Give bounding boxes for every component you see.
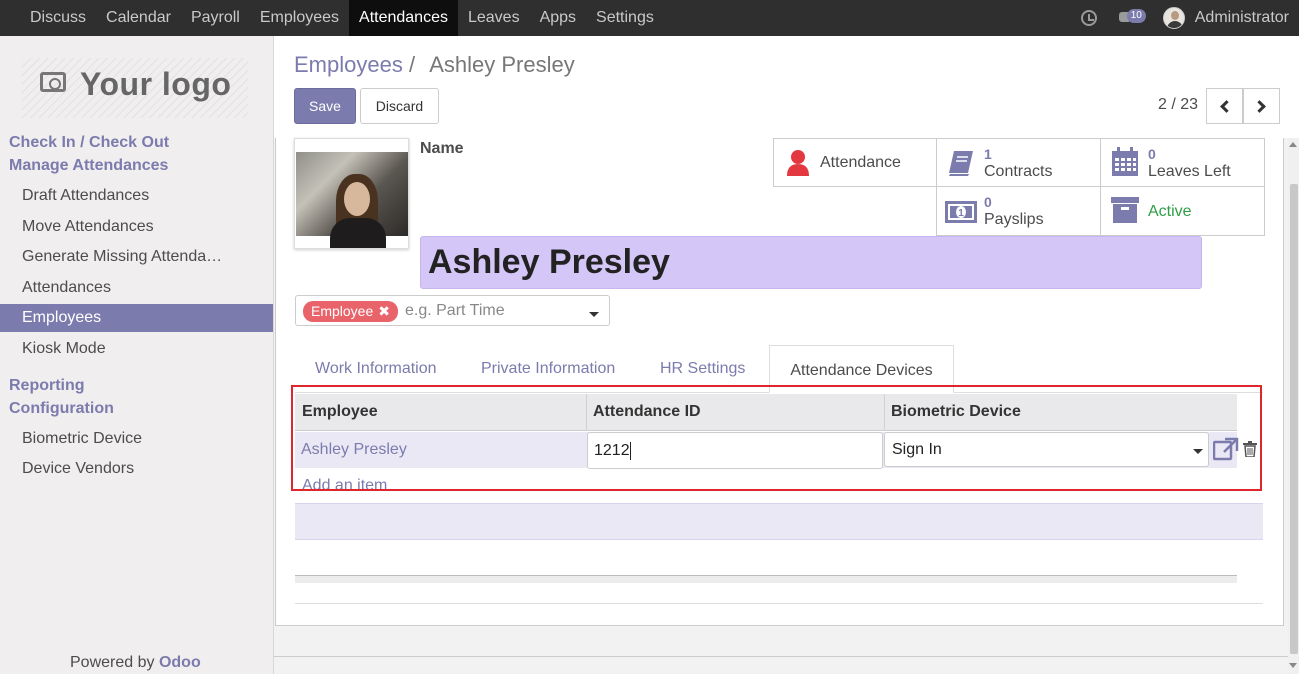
breadcrumb-current: Ashley Presley <box>429 52 575 77</box>
scrollbar-thumb[interactable] <box>1290 184 1298 654</box>
tab-work-information[interactable]: Work Information <box>315 360 437 378</box>
menu-discuss[interactable]: Discuss <box>20 0 96 36</box>
table-footer <box>295 575 1237 583</box>
pager-next-button[interactable] <box>1243 88 1280 124</box>
employee-photo[interactable] <box>294 138 409 249</box>
photo-face <box>344 182 370 216</box>
user-icon <box>787 150 809 176</box>
sidebar-item-employees[interactable]: Employees <box>0 304 273 332</box>
user-menu[interactable]: Administrator <box>1195 9 1289 27</box>
calendar-icon <box>1112 147 1138 176</box>
sidebar-item-biometric-device[interactable]: Biometric Device <box>0 425 273 453</box>
tab-hr-settings[interactable]: HR Settings <box>660 360 745 378</box>
leaves-count: 0 <box>1148 146 1156 162</box>
messages-button[interactable]: 10 <box>1118 9 1147 26</box>
avatar[interactable] <box>1162 7 1185 29</box>
sidebar-item-draft-attendances[interactable]: Draft Attendances <box>0 182 273 210</box>
payslips-smart-button[interactable]: 1 0 Payslips <box>936 186 1101 236</box>
attendance-label: Attendance <box>820 154 901 171</box>
powered-by: Powered by Odoo <box>70 654 201 672</box>
tags-placeholder: e.g. Part Time <box>405 302 505 319</box>
menu-settings[interactable]: Settings <box>586 0 664 36</box>
scrollbar[interactable] <box>1288 138 1299 674</box>
divider <box>274 656 1288 657</box>
tag-employee: Employee ✖ <box>303 301 398 322</box>
save-button[interactable]: Save <box>294 88 356 124</box>
sidebar-section-reporting[interactable]: Reporting <box>9 377 85 395</box>
tag-label: Employee <box>311 303 374 319</box>
payslips-label: Payslips <box>984 211 1044 228</box>
leaves-label: Leaves Left <box>1148 163 1231 180</box>
menu-payroll[interactable]: Payroll <box>181 0 250 36</box>
chevron-right-icon <box>1253 99 1266 113</box>
app-menu: Discuss Calendar Payroll Employees Atten… <box>20 0 664 36</box>
menu-leaves[interactable]: Leaves <box>458 0 530 36</box>
leaves-smart-button[interactable]: 0 Leaves Left <box>1100 138 1265 187</box>
photo-body <box>330 218 386 248</box>
sidebar: Your logo Check In / Check Out Manage At… <box>0 36 274 674</box>
archive-icon <box>1111 197 1139 223</box>
pager-value: 2 / 23 <box>1158 96 1199 113</box>
sidebar-section-configuration[interactable]: Configuration <box>9 400 114 418</box>
money-icon: 1 <box>945 201 977 223</box>
category-tags-field[interactable]: Employee ✖ e.g. Part Time <box>295 295 610 326</box>
systray: 10 Administrator <box>1080 0 1289 36</box>
pager-previous-button[interactable] <box>1206 88 1243 124</box>
book-icon <box>949 151 973 176</box>
clock-icon[interactable] <box>1080 10 1097 26</box>
photo-image <box>296 152 408 248</box>
sidebar-item-attendances[interactable]: Attendances <box>0 274 273 302</box>
menu-employees[interactable]: Employees <box>250 0 349 36</box>
sidebar-item-generate-missing[interactable]: Generate Missing Attenda… <box>0 243 273 271</box>
contracts-label: Contracts <box>984 163 1053 180</box>
discard-button[interactable]: Discard <box>360 88 439 124</box>
highlight-box <box>291 385 1262 491</box>
logo-text: Your logo <box>80 66 232 102</box>
payslips-count: 0 <box>984 194 992 210</box>
breadcrumb: Employees / Ashley Presley <box>294 52 575 78</box>
table-row <box>295 503 1263 540</box>
attendance-smart-button[interactable]: Attendance <box>773 138 937 187</box>
top-navbar: Discuss Calendar Payroll Employees Atten… <box>0 0 1299 36</box>
sidebar-section-manage[interactable]: Manage Attendances <box>9 157 168 175</box>
powered-by-text: Powered by <box>70 654 155 671</box>
sidebar-item-kiosk-mode[interactable]: Kiosk Mode <box>0 335 273 363</box>
menu-calendar[interactable]: Calendar <box>96 0 181 36</box>
sidebar-section-check-in[interactable]: Check In / Check Out <box>9 134 169 152</box>
chevron-left-icon <box>1220 99 1233 113</box>
camera-icon <box>40 72 66 92</box>
scroll-up-arrow-icon[interactable] <box>1289 142 1297 147</box>
employee-name-input[interactable]: Ashley Presley <box>420 236 1202 289</box>
tab-private-information[interactable]: Private Information <box>481 360 615 378</box>
scroll-down-arrow-icon[interactable] <box>1289 663 1297 668</box>
name-label: Name <box>420 140 464 157</box>
divider <box>295 603 1263 604</box>
menu-attendances[interactable]: Attendances <box>349 0 458 36</box>
menu-apps[interactable]: Apps <box>530 0 586 36</box>
active-status: Active <box>1148 203 1192 220</box>
message-count-badge: 10 <box>1126 9 1146 23</box>
contracts-count: 1 <box>984 146 992 162</box>
sidebar-item-move-attendances[interactable]: Move Attendances <box>0 213 273 241</box>
contracts-smart-button[interactable]: 1 Contracts <box>936 138 1101 187</box>
active-toggle-button[interactable]: Active <box>1100 186 1265 236</box>
breadcrumb-separator: / <box>408 52 416 77</box>
odoo-link[interactable]: Odoo <box>159 654 201 671</box>
tag-remove-icon[interactable]: ✖ <box>378 301 390 322</box>
sidebar-item-device-vendors[interactable]: Device Vendors <box>0 455 273 483</box>
breadcrumb-employees[interactable]: Employees <box>294 52 403 77</box>
svg-text:1: 1 <box>958 208 964 219</box>
chevron-down-icon[interactable] <box>589 312 599 317</box>
